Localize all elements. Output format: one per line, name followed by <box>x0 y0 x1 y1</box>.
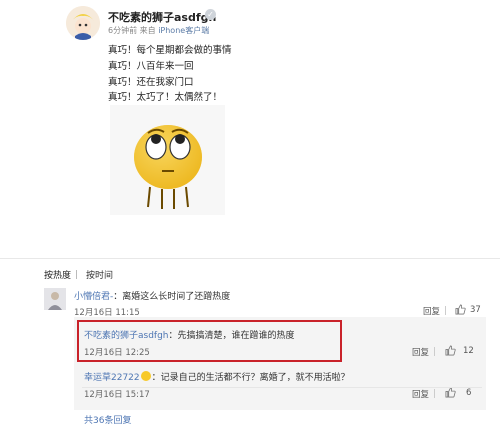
reply-body: 幸运草22722 ：记录自己的生活都不行？离婚了，就不用活啦？ <box>84 370 350 383</box>
reply-time: 12月16日 15:17 <box>84 390 150 400</box>
post-source[interactable]: iPhone客户端 <box>158 26 209 35</box>
reply-text: ：先搞搞清楚，谁在蹭谁的热度 <box>168 331 295 341</box>
reply-time: 12月16日 12:25 <box>84 348 150 358</box>
view-all-replies-link[interactable]: 共36条回复 <box>84 413 131 426</box>
comment-body: 小懵倍君-：离婚这么长时间了还蹭热度 <box>74 289 230 302</box>
comment-author[interactable]: 小懵倍君- <box>74 292 113 302</box>
eye-roll-emoji-image[interactable] <box>110 105 225 215</box>
action-separator <box>434 347 435 356</box>
avatar[interactable] <box>66 6 100 40</box>
action-separator <box>434 389 435 398</box>
post-line: 真巧！太巧了！太偶然了！ <box>108 92 223 103</box>
post-time: 6分钟前 <box>108 26 138 35</box>
post-source-prefix: 来自 <box>139 26 156 35</box>
tab-sort-time[interactable]: 按时间 <box>86 268 113 281</box>
like-thumb-icon[interactable] <box>445 387 456 398</box>
like-thumb-icon[interactable] <box>445 345 456 356</box>
tab-separator <box>76 270 77 279</box>
post-meta: 6分钟前 来自 iPhone客户端 <box>108 25 209 36</box>
reply-text: ：记录自己的生活都不行？离婚了，就不用活啦？ <box>151 373 350 383</box>
action-separator <box>445 306 446 315</box>
reply-button[interactable]: 回复 <box>412 388 429 400</box>
reply-author[interactable]: 幸运草22722 <box>84 373 140 383</box>
post-line: 真巧！每个星期都会做的事情 <box>108 45 232 56</box>
like-count: 37 <box>470 305 481 315</box>
reply-button[interactable]: 回复 <box>423 305 440 317</box>
section-divider <box>0 258 500 259</box>
like-count: 6 <box>466 388 472 398</box>
reply-divider <box>82 387 482 388</box>
comment-text: ：离婚这么长时间了还蹭热度 <box>113 292 231 302</box>
comment-avatar[interactable] <box>44 288 66 310</box>
tab-sort-hot[interactable]: 按热度 <box>44 268 71 281</box>
post-username[interactable]: 不吃素的狮子asdfgh <box>108 9 216 25</box>
reply-button[interactable]: 回复 <box>412 346 429 358</box>
reply-body: 不吃素的狮子asdfgh：先搞搞清楚，谁在蹭谁的热度 <box>84 328 295 341</box>
post-line: 真巧！八百年来一回 <box>108 61 194 72</box>
emoji-icon <box>140 371 151 381</box>
like-thumb-icon[interactable] <box>455 304 466 315</box>
post-line: 真巧！还在我家门口 <box>108 77 194 88</box>
verified-badge-icon: ✓ <box>205 9 216 20</box>
like-count: 12 <box>463 346 474 356</box>
reply-author[interactable]: 不吃素的狮子asdfgh <box>84 331 169 341</box>
